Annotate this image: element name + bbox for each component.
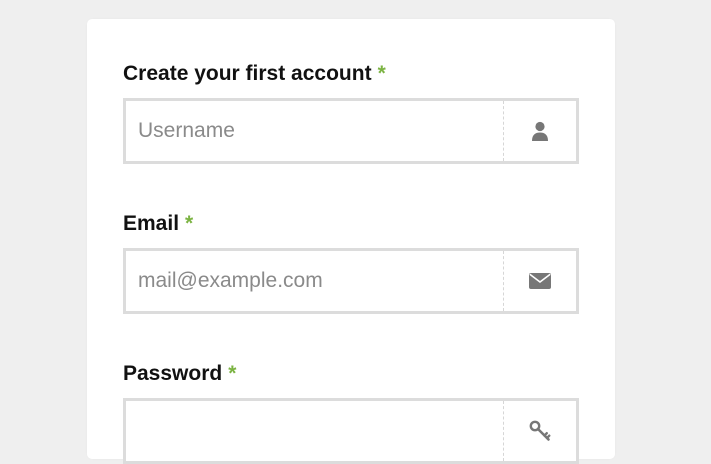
password-addon [503, 401, 576, 461]
required-asterisk: * [228, 362, 237, 385]
user-icon [531, 121, 549, 141]
email-label: Email * [123, 209, 579, 239]
username-input-box[interactable] [123, 98, 579, 164]
username-label-text: Create your first account [123, 62, 372, 85]
password-input-box[interactable] [123, 398, 579, 464]
password-field-group: Password * [123, 359, 579, 464]
password-input[interactable] [126, 401, 504, 461]
required-asterisk: * [185, 212, 194, 235]
email-input[interactable] [126, 251, 504, 311]
email-field-group: Email * [123, 209, 579, 314]
envelope-icon [529, 273, 551, 289]
key-icon [529, 420, 551, 442]
email-input-box[interactable] [123, 248, 579, 314]
username-field-group: Create your first account * [123, 59, 579, 164]
username-addon [503, 101, 576, 161]
username-input[interactable] [126, 101, 504, 161]
password-label-text: Password [123, 362, 223, 385]
required-asterisk: * [377, 62, 386, 85]
signup-card: Create your first account* Email* [87, 19, 615, 464]
username-label: Create your first account * [123, 59, 579, 89]
email-label-text: Email [123, 212, 180, 235]
password-label: Password * [123, 359, 579, 389]
email-addon [503, 251, 576, 311]
